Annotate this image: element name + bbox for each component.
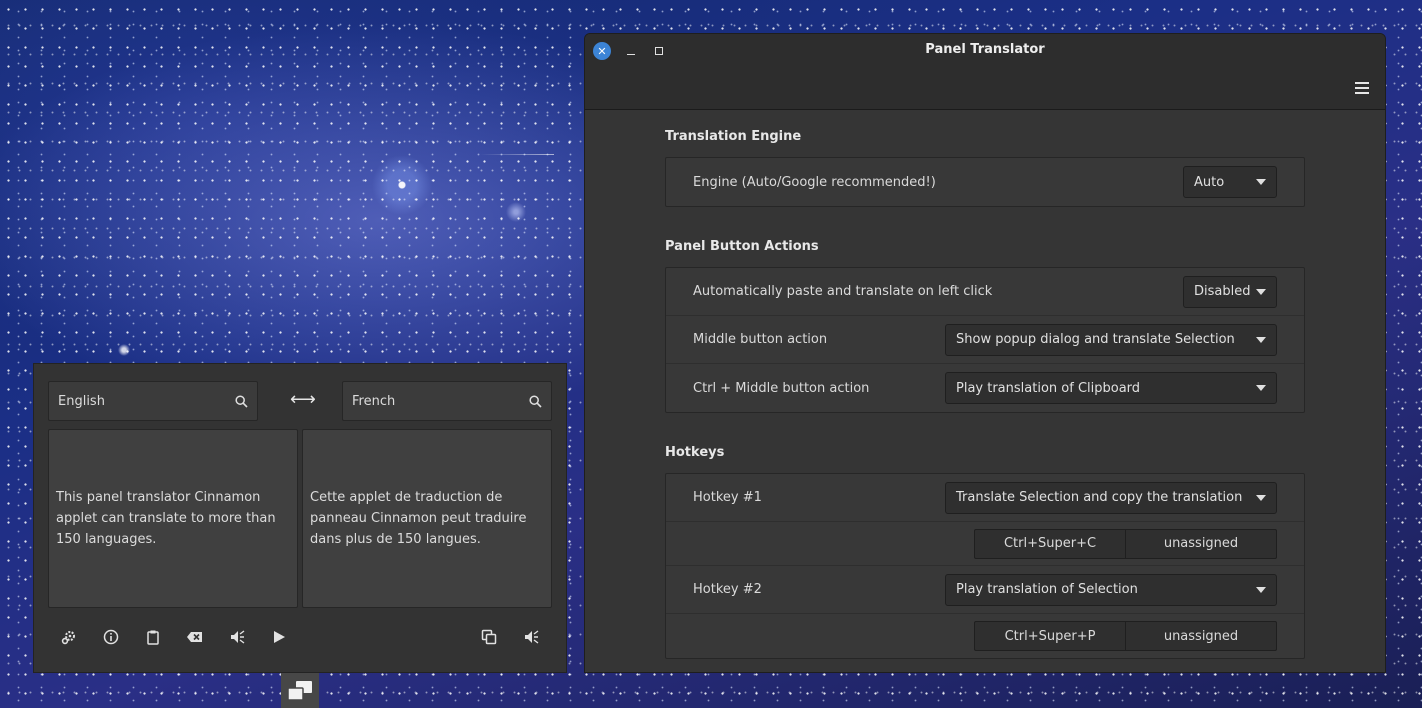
- left-click-select[interactable]: Disabled: [1183, 275, 1277, 308]
- hotkey-2-select[interactable]: Play translation of Selection: [945, 573, 1277, 606]
- settings-content: Translation Engine Engine (Auto/Google r…: [665, 111, 1305, 659]
- translator-applet-icon[interactable]: [281, 673, 319, 708]
- middle-button-label: Middle button action: [693, 332, 828, 347]
- copy-icon[interactable]: [480, 628, 498, 646]
- hotkey-1-label: Hotkey #1: [693, 490, 762, 505]
- hotkey-1-select[interactable]: Translate Selection and copy the transla…: [945, 481, 1277, 514]
- chevron-down-icon: [1256, 385, 1266, 391]
- ctrl-middle-select-value: Play translation of Clipboard: [956, 380, 1141, 396]
- hotkey-1-primary-key[interactable]: Ctrl+Super+C: [975, 529, 1126, 558]
- source-text-area[interactable]: This panel translator Cinnamon applet ca…: [48, 429, 298, 608]
- target-text-area[interactable]: Cette applet de traduction de panneau Ci…: [302, 429, 552, 608]
- hotkey-2-keybinding: Ctrl+Super+P unassigned: [974, 621, 1277, 651]
- section-title-hotkeys: Hotkeys: [665, 445, 725, 460]
- wallpaper-comet: [480, 154, 554, 155]
- hotkey-2-keys-row: Ctrl+Super+P unassigned: [666, 614, 1304, 658]
- chevron-down-icon: [1256, 494, 1266, 501]
- search-icon[interactable]: [529, 395, 542, 408]
- hotkey-1-keybinding: Ctrl+Super+C unassigned: [974, 528, 1277, 559]
- hotkey-2-label: Hotkey #2: [693, 582, 762, 597]
- hotkey-1-row: Hotkey #1 Translate Selection and copy t…: [666, 474, 1304, 522]
- window-title: Panel Translator: [925, 42, 1045, 57]
- info-icon[interactable]: [102, 628, 120, 646]
- left-click-row: Automatically paste and translate on lef…: [666, 268, 1304, 316]
- play-icon[interactable]: [270, 628, 288, 646]
- ctrl-middle-row: Ctrl + Middle button action Play transla…: [666, 364, 1304, 412]
- panel-translator-window: ✕ Panel Translator Translation Engine En…: [584, 33, 1386, 673]
- left-click-select-value: Disabled: [1194, 284, 1251, 299]
- translator-popup: English ⟷ French This panel translator C…: [33, 363, 567, 673]
- clipboard-icon[interactable]: [144, 628, 162, 646]
- hotkey-2-secondary-key[interactable]: unassigned: [1126, 622, 1276, 650]
- swap-arrows-icon[interactable]: ⟷: [290, 391, 316, 411]
- titlebar: ✕ Panel Translator: [585, 34, 1385, 110]
- middle-button-row: Middle button action Show popup dialog a…: [666, 316, 1304, 364]
- target-language-field[interactable]: French: [342, 381, 552, 421]
- target-text: Cette applet de traduction de panneau Ci…: [310, 490, 527, 547]
- middle-button-select[interactable]: Show popup dialog and translate Selectio…: [945, 323, 1277, 356]
- source-language-value: English: [58, 393, 105, 409]
- ctrl-middle-label: Ctrl + Middle button action: [693, 380, 870, 396]
- search-icon[interactable]: [235, 395, 248, 408]
- section-title-panel-actions: Panel Button Actions: [665, 239, 819, 254]
- speak-target-icon[interactable]: [522, 628, 540, 646]
- engine-group: Engine (Auto/Google recommended!) Auto: [665, 157, 1305, 207]
- hotkey-2-primary-key[interactable]: Ctrl+Super+P: [975, 622, 1126, 650]
- section-title-engine: Translation Engine: [665, 129, 802, 144]
- left-click-label: Automatically paste and translate on lef…: [693, 284, 993, 299]
- hotkey-1-secondary-key[interactable]: unassigned: [1126, 530, 1276, 558]
- speak-icon[interactable]: [228, 628, 246, 646]
- chevron-down-icon: [1256, 586, 1266, 593]
- hotkey-1-keys-row: Ctrl+Super+C unassigned: [666, 522, 1304, 566]
- engine-row: Engine (Auto/Google recommended!) Auto: [666, 158, 1304, 206]
- hotkey-2-row: Hotkey #2 Play translation of Selection: [666, 566, 1304, 614]
- engine-select-value: Auto: [1194, 174, 1225, 190]
- hamburger-menu-icon[interactable]: [1355, 82, 1369, 94]
- clear-icon[interactable]: [186, 628, 204, 646]
- panel-actions-group: Automatically paste and translate on lef…: [665, 267, 1305, 413]
- middle-button-select-value: Show popup dialog and translate Selectio…: [956, 332, 1235, 347]
- chevron-down-icon: [1256, 336, 1266, 343]
- hotkeys-group: Hotkey #1 Translate Selection and copy t…: [665, 473, 1305, 659]
- settings-icon[interactable]: [60, 628, 78, 646]
- hotkey-1-select-value: Translate Selection and copy the transla…: [956, 490, 1243, 505]
- ctrl-middle-select[interactable]: Play translation of Clipboard: [945, 372, 1277, 404]
- hotkey-2-select-value: Play translation of Selection: [956, 582, 1138, 597]
- engine-label: Engine (Auto/Google recommended!): [693, 174, 936, 190]
- engine-select[interactable]: Auto: [1183, 166, 1277, 198]
- chevron-down-icon: [1256, 288, 1266, 295]
- target-language-value: French: [352, 393, 396, 409]
- source-text: This panel translator Cinnamon applet ca…: [56, 490, 276, 547]
- chevron-down-icon: [1256, 179, 1266, 185]
- source-language-field[interactable]: English: [48, 381, 258, 421]
